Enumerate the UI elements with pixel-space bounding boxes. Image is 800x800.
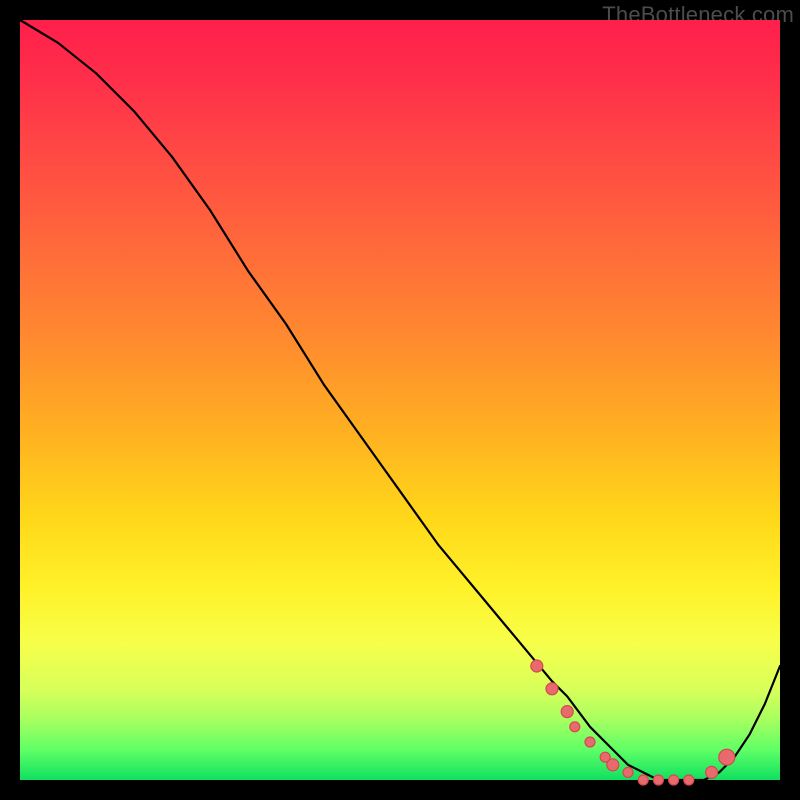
marker-point [719, 749, 735, 765]
marker-point [607, 759, 619, 771]
plot-area [20, 20, 780, 780]
marker-point [638, 775, 648, 785]
marker-point [653, 775, 663, 785]
marker-point [623, 767, 633, 777]
marker-point [585, 737, 595, 747]
marker-point [570, 722, 580, 732]
marker-point [531, 660, 543, 672]
chart-svg [20, 20, 780, 780]
marker-point [546, 683, 558, 695]
bottleneck-curve [20, 20, 780, 780]
chart-frame: TheBottleneck.com [0, 0, 800, 800]
marker-point [706, 766, 718, 778]
marker-point [561, 706, 573, 718]
marker-point [669, 775, 679, 785]
marker-point [684, 775, 694, 785]
